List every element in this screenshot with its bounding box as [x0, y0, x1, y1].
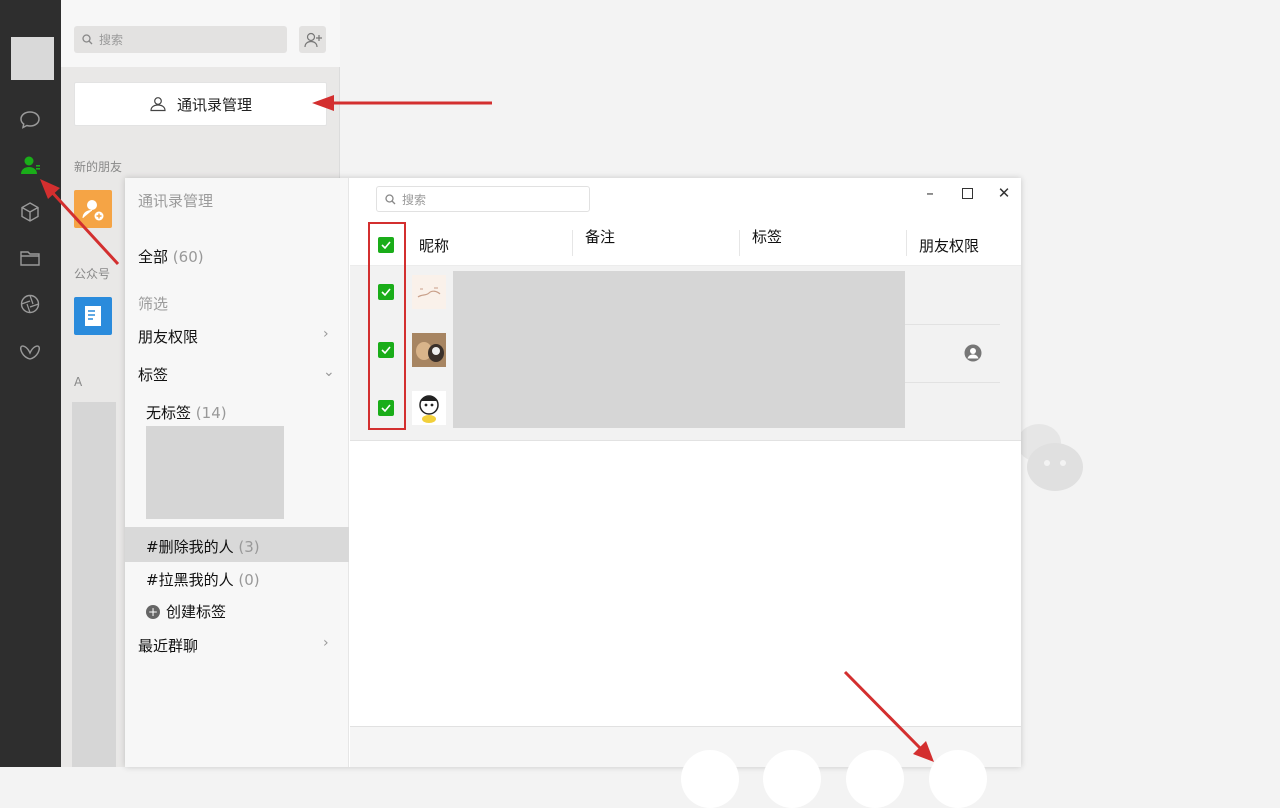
butterfly-icon[interactable] — [16, 339, 44, 367]
dialog-footer — [350, 726, 1021, 808]
official-accounts-heading: 公众号 — [74, 267, 111, 281]
deleted-me-label: #删除我的人 — [146, 538, 234, 556]
document-icon — [85, 306, 101, 326]
folder-icon[interactable] — [16, 244, 44, 272]
plus-circle-icon: + — [146, 605, 160, 619]
friend-permission-label: 朋友权限 — [138, 328, 199, 346]
column-divider — [572, 230, 573, 256]
create-tag-button[interactable]: + 创建标签 — [146, 601, 226, 622]
filter-all-label: 全部 — [138, 248, 169, 266]
contacts-manage-dialog: 通讯录管理 全部 (60) 筛选 朋友权限 › 标签 ⌄ 无标签 (14) #删… — [125, 178, 1021, 808]
column-divider — [906, 230, 907, 256]
contacts-manage-label: 通讯录管理 — [176, 95, 252, 114]
create-tag-label: 创建标签 — [166, 603, 227, 621]
nav-rail — [0, 0, 61, 767]
tag-deleted-me[interactable]: #删除我的人 (3) — [146, 536, 260, 557]
action-button[interactable] — [846, 750, 904, 808]
dialog-title: 通讯录管理 — [138, 192, 214, 210]
dialog-search-input[interactable]: 搜索 — [376, 186, 590, 212]
recent-groups-label: 最近群聊 — [138, 637, 199, 655]
contact-avatar — [412, 391, 446, 425]
search-icon — [82, 34, 93, 45]
close-icon[interactable]: ✕ — [993, 182, 1015, 204]
contact-list-redacted — [72, 402, 116, 767]
filter-heading: 筛选 — [138, 295, 169, 313]
column-tags[interactable]: 标签 — [752, 226, 782, 247]
official-accounts-tile[interactable] — [74, 297, 112, 335]
column-remark[interactable]: 备注 — [585, 226, 615, 247]
new-friends-heading: 新的朋友 — [74, 160, 123, 174]
person-circle-icon — [964, 344, 982, 362]
tags-label: 标签 — [138, 366, 169, 384]
dialog-main: 搜索 – ✕ 昵称 备注 标签 朋友权限 — [350, 178, 1021, 808]
person-icon — [150, 97, 166, 112]
search-placeholder: 搜索 — [99, 33, 124, 47]
minimize-icon[interactable]: – — [919, 182, 941, 204]
new-friends-tile[interactable] — [74, 190, 112, 228]
column-friend-permission[interactable]: 朋友权限 — [919, 235, 979, 256]
action-button[interactable] — [929, 750, 987, 808]
chevron-right-icon: › — [323, 635, 329, 651]
filter-recent-groups[interactable]: 最近群聊 — [138, 635, 198, 656]
contacts-icon[interactable] — [16, 151, 44, 179]
tag-blocked-me[interactable]: #拉黑我的人 (0) — [146, 569, 260, 590]
search-input[interactable]: 搜索 — [74, 26, 287, 53]
contact-avatar — [412, 333, 446, 367]
tag-untagged[interactable]: 无标签 (14) — [146, 402, 227, 423]
dialog-search-placeholder: 搜索 — [402, 192, 427, 207]
filter-tags[interactable]: 标签 — [138, 364, 168, 385]
contacts-manage-button[interactable]: 通讯录管理 — [74, 82, 327, 126]
add-contact-icon — [303, 32, 322, 47]
filter-friend-permission[interactable]: 朋友权限 — [138, 326, 198, 347]
rows-bottom-divider — [350, 440, 1021, 441]
untagged-count: (14) — [195, 404, 227, 422]
column-divider — [739, 230, 740, 256]
column-nickname[interactable]: 昵称 — [419, 235, 449, 256]
maximize-icon[interactable] — [956, 182, 978, 204]
blocked-me-count: (0) — [238, 571, 260, 589]
deleted-me-count: (3) — [238, 538, 260, 556]
dialog-sidebar: 通讯录管理 全部 (60) 筛选 朋友权限 › 标签 ⌄ 无标签 (14) #删… — [125, 178, 349, 767]
cube-icon[interactable] — [16, 198, 44, 226]
user-avatar[interactable] — [11, 37, 54, 80]
row-divider — [905, 382, 1000, 383]
action-button[interactable] — [681, 750, 739, 808]
contact-avatar — [412, 275, 446, 309]
contact-info-redacted — [453, 271, 905, 428]
letter-a-heading: A — [74, 375, 83, 389]
chevron-down-icon: ⌄ — [323, 364, 335, 380]
blocked-me-label: #拉黑我的人 — [146, 571, 234, 589]
wechat-logo-watermark — [1017, 424, 1083, 491]
checkbox-highlight-box — [368, 222, 406, 430]
add-contact-button[interactable] — [299, 26, 326, 53]
untagged-label: 无标签 — [146, 404, 192, 422]
chat-icon[interactable] — [16, 106, 44, 134]
row-divider — [905, 324, 1000, 325]
add-friend-icon — [82, 200, 104, 221]
action-button[interactable] — [763, 750, 821, 808]
filter-all[interactable]: 全部 (60) — [138, 246, 204, 267]
chevron-right-icon: › — [323, 326, 329, 342]
aperture-icon[interactable] — [16, 290, 44, 318]
tag-list-redacted — [146, 426, 284, 519]
search-icon — [385, 193, 396, 204]
filter-all-count: (60) — [172, 248, 204, 266]
